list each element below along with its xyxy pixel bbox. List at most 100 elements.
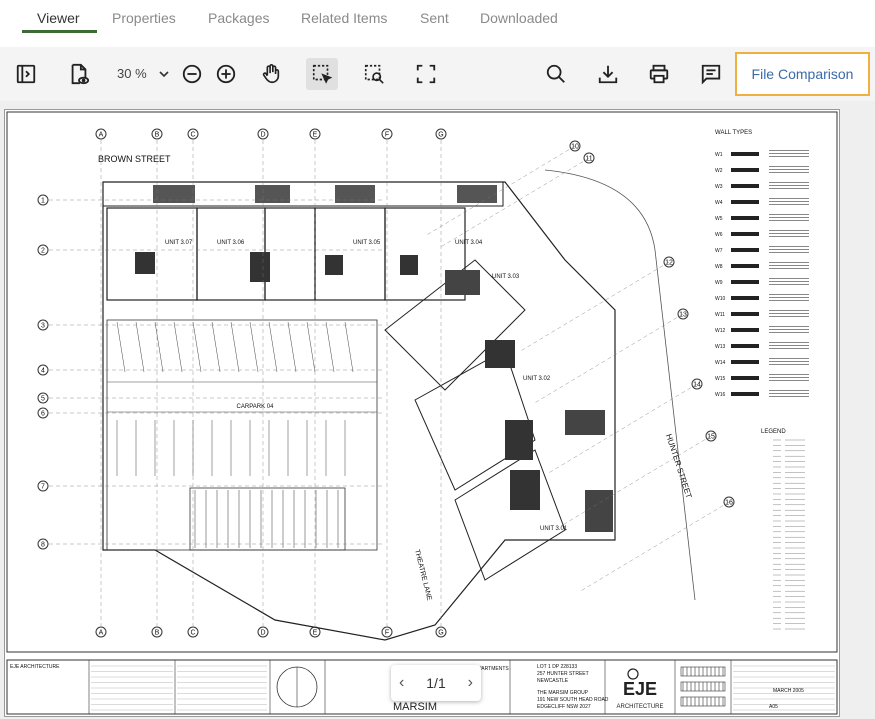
wall-type-label: W2 xyxy=(715,168,723,174)
grid-bubble-left: 8 xyxy=(37,538,49,550)
grid-bubble-top: F xyxy=(381,128,393,140)
svg-text:B: B xyxy=(155,629,160,636)
page-indicator: 1/1 xyxy=(426,675,446,691)
wall-type-label: W3 xyxy=(715,184,723,190)
active-tab-indicator xyxy=(22,30,97,33)
wall-type-label: W9 xyxy=(715,280,723,286)
wall-type-label: W6 xyxy=(715,232,723,238)
document-viewport[interactable]: AABBCCDDEEFFGG 12345678 10 11 12 13 14 15 16 B… xyxy=(0,101,875,719)
hand-pan-icon[interactable] xyxy=(258,61,284,87)
svg-text:F: F xyxy=(385,131,389,138)
grid-bubble-bottom: A xyxy=(95,626,107,638)
tab-properties[interactable]: Properties xyxy=(112,10,176,26)
wall-type-label: W14 xyxy=(715,360,726,366)
svg-text:15: 15 xyxy=(707,433,715,440)
eje-logo: EJE ARCHITECTURE xyxy=(616,668,664,710)
unit-label: UNIT 3.07 xyxy=(165,240,193,246)
comment-icon[interactable] xyxy=(698,61,724,87)
grid-bubble-bottom: D xyxy=(257,626,269,638)
tab-packages[interactable]: Packages xyxy=(208,10,269,26)
street-label-right: HUNTER STREET xyxy=(664,433,693,500)
floor-plan-drawing: AABBCCDDEEFFGG 12345678 10111213141516 B… xyxy=(6,111,838,715)
svg-text:3: 3 xyxy=(41,322,45,329)
grid-bubble-top: G xyxy=(435,128,447,140)
svg-text:F: F xyxy=(385,629,389,636)
svg-text:EJE: EJE xyxy=(623,679,657,699)
svg-text:11: 11 xyxy=(585,155,592,162)
title-block-address: NEWCASTLE xyxy=(537,678,569,684)
grid-bubble-left: 2 xyxy=(37,244,49,256)
fullscreen-icon[interactable] xyxy=(413,61,439,87)
zoom-level[interactable]: 30 % xyxy=(117,66,147,81)
wall-type-label: W1 xyxy=(715,152,723,158)
chevron-down-icon[interactable] xyxy=(158,67,170,85)
legend-title: LEGEND xyxy=(761,429,786,435)
svg-text:D: D xyxy=(260,629,265,636)
wall-type-label: W8 xyxy=(715,264,723,270)
file-view-icon[interactable] xyxy=(66,61,92,87)
title-block-firm: EJE ARCHITECTURE xyxy=(10,664,60,670)
wall-type-label: W11 xyxy=(715,312,725,318)
area-zoom-icon[interactable] xyxy=(361,61,387,87)
grid-bubble-bottom: C xyxy=(187,626,199,638)
title-block-lot: LOT 1 DP 228133 xyxy=(537,664,577,670)
street-label-top: BROWN STREET xyxy=(98,154,171,164)
unit-label: UNIT 3.02 xyxy=(523,376,551,382)
grid-bubble-left: 3 xyxy=(37,319,49,331)
page-navigator: ‹ 1/1 › xyxy=(391,665,481,701)
drawing-sheet: AABBCCDDEEFFGG 12345678 10 11 12 13 14 15 16 B… xyxy=(4,109,840,717)
file-comparison-button[interactable]: File Comparison xyxy=(735,52,870,96)
svg-text:C: C xyxy=(190,131,195,138)
grid-bubble-bottom: G xyxy=(435,626,447,638)
svg-text:2: 2 xyxy=(41,247,45,254)
wall-type-label: W10 xyxy=(715,296,726,302)
title-block-client: 191 NEW SOUTH HEAD ROAD xyxy=(537,697,609,703)
chevron-right-icon[interactable]: › xyxy=(468,674,473,692)
grid-bubble-left: 6 xyxy=(37,407,49,419)
svg-text:7: 7 xyxy=(41,483,45,490)
wall-type-label: W13 xyxy=(715,344,726,350)
tab-sent[interactable]: Sent xyxy=(420,10,449,26)
svg-text:A: A xyxy=(99,131,104,138)
grid-bubble-left: 4 xyxy=(37,364,49,376)
zoom-out-icon[interactable] xyxy=(179,61,205,87)
wall-type-label: W5 xyxy=(715,216,723,222)
tab-related-items[interactable]: Related Items xyxy=(301,10,387,26)
svg-text:A: A xyxy=(99,629,104,636)
grid-bubble-left: 7 xyxy=(37,480,49,492)
wall-type-label: W16 xyxy=(715,392,726,398)
client-logo: MARSIM xyxy=(393,701,437,713)
svg-text:E: E xyxy=(313,629,318,636)
grid-bubble-top: D xyxy=(257,128,269,140)
sidebar-toggle-icon[interactable] xyxy=(13,61,39,87)
unit-label: UNIT 3.06 xyxy=(217,240,245,246)
grid-bubble-bottom: B xyxy=(151,626,163,638)
svg-text:C: C xyxy=(190,629,195,636)
zoom-in-icon[interactable] xyxy=(213,61,239,87)
chevron-left-icon[interactable]: ‹ xyxy=(399,674,404,692)
search-icon[interactable] xyxy=(543,61,569,87)
grid-bubble-top: B xyxy=(151,128,163,140)
svg-text:G: G xyxy=(438,131,443,138)
select-area-icon[interactable] xyxy=(306,58,338,90)
download-icon[interactable] xyxy=(595,61,621,87)
title-block-client: EDGECLIFF NSW 2027 xyxy=(537,704,591,710)
svg-text:4: 4 xyxy=(41,367,45,374)
svg-text:10: 10 xyxy=(571,143,579,150)
tab-downloaded[interactable]: Downloaded xyxy=(480,10,558,26)
print-icon[interactable] xyxy=(646,61,672,87)
svg-text:13: 13 xyxy=(679,311,687,318)
unit-label: UNIT 3.03 xyxy=(492,274,520,280)
grid-bubble-top: A xyxy=(95,128,107,140)
wall-type-label: W15 xyxy=(715,376,726,382)
grid-bubble-bottom: F xyxy=(381,626,393,638)
svg-text:ARCHITECTURE: ARCHITECTURE xyxy=(616,704,663,710)
unit-label: UNIT 3.05 xyxy=(353,240,381,246)
wall-types-title: WALL TYPES xyxy=(715,130,752,136)
svg-text:12: 12 xyxy=(665,259,673,266)
grid-bubble-top: E xyxy=(309,128,321,140)
carpark-label: CARPARK 04 xyxy=(237,404,275,410)
tab-viewer[interactable]: Viewer xyxy=(37,10,80,26)
grid-bubble-top: C xyxy=(187,128,199,140)
title-block-drawing-no: A05 xyxy=(769,704,778,710)
